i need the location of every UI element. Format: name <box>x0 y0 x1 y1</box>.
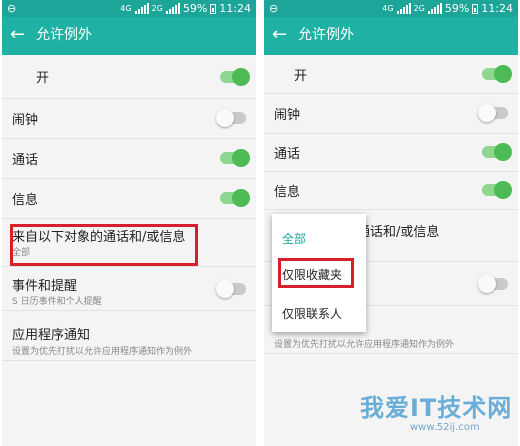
network-label: 4G <box>120 4 132 13</box>
calls-switch[interactable] <box>482 143 512 161</box>
highlight-box-left <box>10 224 198 266</box>
alarm-row[interactable]: 闹钟 <box>2 98 256 139</box>
messages-row[interactable]: 信息 <box>264 171 518 210</box>
master-toggle-label: 开 <box>36 71 50 86</box>
calls-label: 通话 <box>274 147 301 162</box>
battery-icon <box>210 3 217 14</box>
option-contacts-only[interactable]: 仅限联系人 <box>282 305 342 322</box>
messages-switch[interactable] <box>482 181 512 199</box>
master-toggle-label: 开 <box>294 69 308 84</box>
phone-screen-left: ⊖ 4G 2G 59% 11:24 ← 允许例外 开 闹钟 通话 信息 来自以下… <box>2 0 256 446</box>
messages-switch[interactable] <box>220 189 250 207</box>
calls-label: 通话 <box>12 153 39 168</box>
minus-circle-icon: ⊖ <box>7 2 17 15</box>
alarm-label: 闹钟 <box>274 108 301 123</box>
minus-circle-icon: ⊖ <box>269 2 279 15</box>
events-label: 事件和提醒 <box>12 279 78 294</box>
alarm-switch[interactable] <box>478 104 508 122</box>
battery-icon <box>472 3 479 14</box>
page-title: 允许例外 <box>298 27 354 43</box>
app-notifications-row[interactable]: 应用程序通知 设置为优先打扰以允许应用程序通知作为例外 <box>2 310 256 361</box>
page-title: 允许例外 <box>36 27 92 43</box>
highlight-box-right <box>278 258 354 288</box>
master-toggle-row[interactable]: 开 <box>2 55 256 99</box>
master-toggle-row[interactable]: 开 <box>264 55 518 94</box>
network-label-2: 2G <box>151 4 163 13</box>
signal-icon <box>396 3 411 14</box>
alarm-label: 闹钟 <box>12 113 39 128</box>
master-switch[interactable] <box>482 65 512 83</box>
app-bar-right: ← 允许例外 <box>264 17 518 55</box>
messages-label: 信息 <box>12 193 39 208</box>
status-bar: ⊖ 4G 2G 59% 11:24 <box>2 0 256 17</box>
clock: 11:24 <box>481 2 513 15</box>
master-switch[interactable] <box>220 68 250 86</box>
battery-percentage: 59% <box>444 2 470 15</box>
signal-icon-2 <box>427 3 442 14</box>
back-arrow-icon[interactable]: ← <box>10 23 25 47</box>
messages-label: 信息 <box>274 185 301 200</box>
clock: 11:24 <box>219 2 251 15</box>
network-label-2: 2G <box>413 4 425 13</box>
alarm-switch[interactable] <box>216 109 246 127</box>
battery-percentage: 59% <box>182 2 208 15</box>
contacts-filter-label: 通话和/或信息 <box>357 225 440 240</box>
status-bar-right: ⊖ 4G 2G 59% 11:24 <box>264 0 518 17</box>
app-bar: ← 允许例外 <box>2 17 256 55</box>
events-switch[interactable] <box>216 280 246 298</box>
app-notifications-sub: 设置为优先打扰以允许应用程序通知作为例外 <box>274 340 455 350</box>
calls-row[interactable]: 通话 <box>2 138 256 179</box>
events-row[interactable]: 事件和提醒 S 日历事件和个人提醒 <box>2 266 256 311</box>
calls-row[interactable]: 通话 <box>264 133 518 172</box>
events-switch[interactable] <box>478 275 508 293</box>
network-label: 4G <box>382 4 394 13</box>
signal-icon-2 <box>165 3 180 14</box>
watermark-url: www.52ij.com <box>410 422 480 433</box>
back-arrow-icon[interactable]: ← <box>272 23 287 47</box>
option-all[interactable]: 全部 <box>282 230 306 247</box>
calls-switch[interactable] <box>220 149 250 167</box>
signal-icon <box>134 3 149 14</box>
watermark: 我爱IT技术网 www.52ij.com <box>330 384 520 446</box>
app-notifications-sub: 设置为优先打扰以允许应用程序通知作为例外 <box>12 347 193 357</box>
watermark-text: 我爱IT技术网 <box>360 394 513 422</box>
events-sub: S 日历事件和个人提醒 <box>12 297 102 307</box>
messages-row[interactable]: 信息 <box>2 178 256 219</box>
alarm-row[interactable]: 闹钟 <box>264 93 518 134</box>
app-notifications-label: 应用程序通知 <box>12 328 91 343</box>
